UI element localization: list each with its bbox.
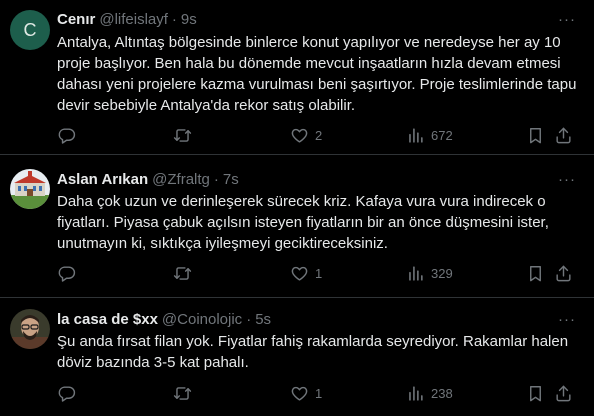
share-button[interactable] — [554, 262, 573, 284]
like-count: 1 — [315, 385, 323, 401]
like-icon — [290, 126, 309, 145]
timestamp[interactable]: 9s — [181, 11, 197, 28]
tweet-header: Aslan Arıkan @Zfraltg · 7s — [57, 169, 239, 189]
bookmark-icon — [526, 384, 545, 403]
share-icon — [554, 384, 573, 403]
more-icon[interactable]: ··· — [556, 169, 578, 189]
more-icon[interactable]: ··· — [556, 9, 578, 29]
reply-icon — [57, 126, 76, 145]
tweet[interactable]: C Cenır @lifeislayf · 9s ··· Antalya, Al… — [0, 0, 594, 155]
retweet-icon — [173, 384, 192, 403]
reply-button[interactable] — [57, 124, 82, 146]
separator-dot: · — [246, 310, 252, 328]
avatar-image — [10, 309, 50, 349]
tweet-text: Antalya, Altıntaş bölgesinde binlerce ko… — [57, 34, 577, 114]
reply-icon — [57, 264, 76, 283]
avatar[interactable] — [10, 309, 50, 349]
tweet-text: Daha çok uzun ve derinleşerek sürecek kr… — [57, 193, 549, 252]
share-button[interactable] — [554, 124, 573, 146]
action-bar: 1 238 — [57, 382, 582, 404]
avatar-letter: C — [23, 19, 37, 40]
action-bar: 2 672 — [57, 124, 582, 146]
views-button[interactable]: 672 — [406, 124, 453, 146]
tweet-header: la casa de $xx @Coinolojic · 5s — [57, 309, 271, 329]
retweet-icon — [173, 126, 192, 145]
share-icon — [554, 126, 573, 145]
timestamp[interactable]: 7s — [223, 171, 239, 188]
like-icon — [290, 264, 309, 283]
tweet[interactable]: Aslan Arıkan @Zfraltg · 7s ··· Daha çok … — [0, 155, 594, 298]
avatar[interactable]: C — [10, 10, 50, 50]
author-name[interactable]: la casa de $xx — [57, 311, 158, 328]
share-icon — [554, 264, 573, 283]
bookmark-button[interactable] — [526, 262, 545, 284]
bookmark-button[interactable] — [526, 382, 545, 404]
retweet-button[interactable] — [173, 262, 198, 284]
like-button[interactable]: 2 — [290, 124, 322, 146]
timestamp[interactable]: 5s — [255, 311, 271, 328]
more-icon[interactable]: ··· — [556, 309, 578, 329]
views-count: 329 — [431, 265, 453, 281]
reply-button[interactable] — [57, 382, 82, 404]
views-icon — [406, 264, 425, 283]
bookmark-icon — [526, 126, 545, 145]
retweet-icon — [173, 264, 192, 283]
like-button[interactable]: 1 — [290, 382, 322, 404]
separator-dot: · — [171, 10, 177, 28]
like-count: 1 — [315, 265, 323, 281]
views-count: 672 — [431, 127, 453, 143]
like-button[interactable]: 1 — [290, 262, 322, 284]
tweet-text: Şu anda fırsat filan yok. Fiyatlar fahiş… — [57, 333, 569, 371]
author-handle[interactable]: @Coinolojic — [162, 311, 242, 328]
tweet[interactable]: la casa de $xx @Coinolojic · 5s ··· Şu a… — [0, 298, 594, 416]
views-button[interactable]: 329 — [406, 262, 453, 284]
separator-dot: · — [213, 170, 219, 188]
views-count: 238 — [431, 385, 453, 401]
author-handle[interactable]: @lifeislayf — [99, 11, 168, 28]
views-button[interactable]: 238 — [406, 382, 453, 404]
reply-button[interactable] — [57, 262, 82, 284]
views-icon — [406, 384, 425, 403]
retweet-button[interactable] — [173, 382, 198, 404]
retweet-button[interactable] — [173, 124, 198, 146]
author-handle[interactable]: @Zfraltg — [152, 171, 210, 188]
author-name[interactable]: Cenır — [57, 11, 95, 28]
avatar-image — [10, 169, 50, 209]
action-bar: 1 329 — [57, 262, 582, 284]
author-name[interactable]: Aslan Arıkan — [57, 171, 148, 188]
like-count: 2 — [315, 127, 323, 143]
like-icon — [290, 384, 309, 403]
views-icon — [406, 126, 425, 145]
share-button[interactable] — [554, 382, 573, 404]
reply-icon — [57, 384, 76, 403]
bookmark-button[interactable] — [526, 124, 545, 146]
bookmark-icon — [526, 264, 545, 283]
avatar[interactable] — [10, 169, 50, 209]
tweet-header: Cenır @lifeislayf · 9s — [57, 9, 197, 29]
